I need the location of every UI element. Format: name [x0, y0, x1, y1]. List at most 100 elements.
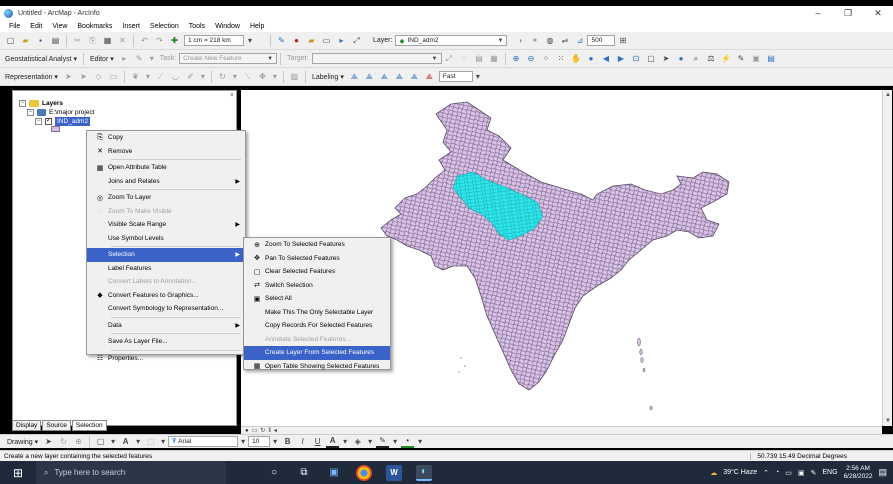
layer-visibility-checkbox[interactable]: ✓: [45, 118, 52, 125]
rectangle-icon[interactable]: ▢: [94, 436, 107, 448]
split-tool-icon[interactable]: ⤢: [443, 53, 456, 65]
menu-selection[interactable]: Selection: [145, 23, 184, 30]
font-combo-dropdown-icon[interactable]: ▾: [239, 436, 247, 448]
tab-display[interactable]: Display: [12, 420, 42, 431]
representation-menu[interactable]: Representation ▾: [2, 73, 61, 81]
tab-source[interactable]: Source: [42, 420, 71, 431]
drawing-menu[interactable]: Drawing ▾: [4, 438, 41, 446]
scroll-up-icon[interactable]: ▲: [884, 92, 892, 98]
scroll-left-icon[interactable]: ◂: [274, 427, 277, 434]
network-icon[interactable]: ◔: [775, 469, 779, 476]
print-icon[interactable]: ▤: [49, 35, 62, 47]
battery-icon[interactable]: ▭: [785, 469, 792, 477]
rep-brush-icon[interactable]: ✐: [184, 71, 197, 83]
menu-item-visible-scale-range[interactable]: Visible Scale Range ▶: [87, 218, 245, 232]
editor-toolbar-icon[interactable]: ✎: [275, 35, 288, 47]
select-elements-icon[interactable]: ➤: [42, 436, 55, 448]
fixed-zoom-out-icon[interactable]: ⁙: [555, 53, 568, 65]
windows-start-icon[interactable]: ⊞: [0, 461, 36, 484]
menu-item-open-attribute-table[interactable]: ▦ Open Attribute Table: [87, 161, 245, 175]
weather-icon[interactable]: ☁: [710, 469, 717, 477]
display-icon[interactable]: ▣: [798, 469, 805, 477]
find-icon[interactable]: ⌕: [690, 53, 703, 65]
submenu-item-select-all[interactable]: ▣ Select All: [244, 292, 390, 306]
submenu-item-copy-records-for-selected-features[interactable]: Copy Records For Selected Features: [244, 319, 390, 333]
map-vertical-scrollbar[interactable]: ▲ ▼: [882, 90, 892, 426]
layer-label[interactable]: IND_adm2: [55, 117, 91, 126]
sketch-tool-icon[interactable]: ✎: [133, 53, 146, 65]
data-view-icon[interactable]: ●: [245, 428, 249, 434]
italic-icon[interactable]: I: [296, 436, 309, 448]
underline-icon[interactable]: U: [311, 436, 324, 448]
target-combo[interactable]: ▼: [311, 53, 442, 64]
back-extent-icon[interactable]: ◀: [600, 53, 613, 65]
rep-rotate-dropdown-icon[interactable]: ▾: [231, 71, 239, 83]
effects-icon[interactable]: ✶: [528, 35, 541, 47]
labeling-menu[interactable]: Labeling ▾: [309, 73, 347, 81]
whats-this-icon[interactable]: ⤢: [350, 35, 363, 47]
line-color-icon[interactable]: ✎: [376, 436, 390, 448]
submenu-item-make-this-the-only-selectable-layer[interactable]: Make This The Only Selectable Layer: [244, 306, 390, 320]
time-slider-icon[interactable]: ▣: [750, 53, 763, 65]
view-unplaced-icon[interactable]: ⟁: [423, 71, 436, 83]
rotate-tool-icon[interactable]: ◌: [458, 53, 471, 65]
measure-icon[interactable]: ⚖: [705, 53, 718, 65]
bold-icon[interactable]: B: [281, 436, 294, 448]
label-quality-dropdown-icon[interactable]: ▾: [474, 71, 482, 83]
menu-item-zoom-to-make-visible[interactable]: ◌ Zoom To Make Visible: [87, 205, 245, 219]
menu-view[interactable]: View: [47, 23, 72, 30]
maximize-button[interactable]: ❐: [833, 6, 863, 20]
cortana-icon[interactable]: ○: [266, 465, 282, 481]
delete-icon[interactable]: ✕: [116, 35, 129, 47]
pen-icon[interactable]: ✎: [811, 469, 817, 477]
text-icon[interactable]: A: [119, 436, 132, 448]
editor-menu[interactable]: Editor ▾: [87, 55, 117, 63]
collapse-icon[interactable]: −: [27, 109, 34, 116]
menu-item-convert-labels-to-annotation[interactable]: Convert Labels to Annotation...: [87, 275, 245, 289]
edit-vertices-icon[interactable]: ⬚: [144, 436, 157, 448]
font-size-combo[interactable]: 10: [248, 436, 271, 447]
rep-erase-icon[interactable]: ⟋: [154, 71, 167, 83]
zoom-in-icon[interactable]: ⊕: [510, 53, 523, 65]
geostatistical-analyst-menu[interactable]: Geostatistical Analyst ▾: [2, 55, 80, 63]
rotate-icon[interactable]: ↻: [57, 436, 70, 448]
language-indicator[interactable]: ENG: [822, 469, 837, 476]
edit-tool-icon[interactable]: ▸: [118, 53, 131, 65]
new-icon[interactable]: ▢: [4, 35, 17, 47]
task-combo[interactable]: Create New Feature ▼: [179, 53, 278, 64]
close-button[interactable]: ✕: [863, 6, 893, 20]
menu-window[interactable]: Window: [210, 23, 245, 30]
scale-combo[interactable]: 1 cm = 218 km: [184, 35, 244, 46]
rep-dropdown-icon[interactable]: ▾: [144, 71, 152, 83]
refresh-view-icon[interactable]: ↻: [260, 427, 265, 434]
clock[interactable]: 2:56 AM 6/28/2022: [844, 465, 873, 481]
magnifier-icon[interactable]: ▤: [765, 53, 778, 65]
catalog-icon[interactable]: ▰: [305, 35, 318, 47]
redo-icon[interactable]: ↷: [153, 35, 166, 47]
rep-marker-icon[interactable]: ❦: [129, 71, 142, 83]
chrome-icon[interactable]: [356, 464, 372, 481]
menu-edit[interactable]: Edit: [25, 23, 47, 30]
photos-icon[interactable]: ▣: [326, 465, 342, 481]
weather-text[interactable]: 39°C Haze: [723, 469, 757, 476]
undo-icon[interactable]: ↶: [138, 35, 151, 47]
collapse-icon[interactable]: −: [35, 118, 42, 125]
font-dropdown-icon[interactable]: ▾: [159, 436, 167, 448]
menu-item-zoom-to-layer[interactable]: ◎ Zoom To Layer: [87, 191, 245, 205]
menu-tools[interactable]: Tools: [184, 23, 210, 30]
toc-close-icon[interactable]: ×: [230, 92, 234, 99]
line-color-dropdown-icon[interactable]: ▾: [391, 436, 399, 448]
pause-drawing-icon[interactable]: ‖: [268, 428, 270, 434]
command-line-icon[interactable]: ▭: [320, 35, 333, 47]
submenu-item-switch-selection[interactable]: ⇄ Switch Selection: [244, 279, 390, 293]
menu-item-data[interactable]: Data ▶: [87, 319, 245, 333]
swipe-icon[interactable]: ⇌: [558, 35, 571, 47]
zoom-level-icon[interactable]: ⊿: [573, 35, 586, 47]
add-data-icon[interactable]: ✚: [168, 35, 181, 47]
font-combo[interactable]: Ŧ Arial: [168, 436, 239, 447]
menu-item-selection[interactable]: Selection ▶: [87, 248, 245, 262]
tree-row-layer[interactable]: − ✓ IND_adm2: [19, 117, 95, 126]
menu-item-joins-and-relates[interactable]: Joins and Relates ▶: [87, 175, 245, 189]
rep-box-icon[interactable]: ▭: [107, 71, 120, 83]
font-color-icon[interactable]: A: [326, 436, 340, 448]
